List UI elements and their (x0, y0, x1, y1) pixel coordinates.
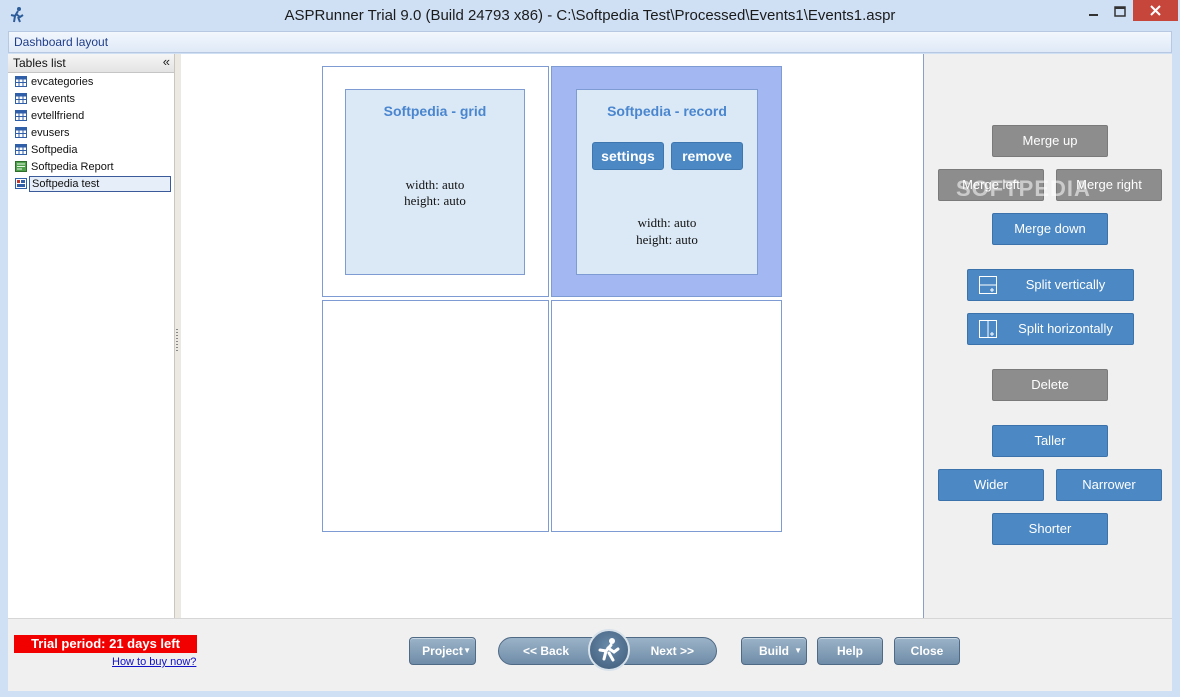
layout-actions-panel: Merge up Merge left Merge right Merge do… (924, 54, 1172, 618)
merge-up-button[interactable]: Merge up (992, 125, 1108, 157)
menu-bar: Dashboard layout (8, 31, 1172, 53)
split-horizontally-icon (979, 320, 997, 338)
record-block-title: Softpedia - record (607, 103, 727, 119)
table-icon (15, 144, 27, 155)
record-block-width: width: auto (637, 215, 697, 230)
title-bar: ASPRunner Trial 9.0 (Build 24793 x86) - … (0, 0, 1180, 31)
running-man-icon (598, 638, 620, 662)
build-button[interactable]: Build ▼ (741, 637, 807, 665)
wider-button[interactable]: Wider (938, 469, 1044, 501)
close-window-icon[interactable] (1133, 0, 1178, 21)
table-item-evevents[interactable]: evevents (8, 91, 174, 108)
record-block[interactable]: Softpedia - record settings remove width… (576, 89, 758, 275)
how-to-buy-link[interactable]: How to buy now? (112, 656, 196, 668)
tables-list-title: Tables list (13, 56, 66, 70)
merge-down-button[interactable]: Merge down (992, 213, 1108, 245)
back-button[interactable]: << Back (523, 644, 569, 658)
next-button[interactable]: Next >> (651, 644, 694, 658)
table-icon (15, 127, 27, 138)
minimize-icon[interactable] (1080, 1, 1107, 23)
table-item-evtellfriend[interactable]: evtellfriend (8, 108, 174, 125)
dashboard-cell-1-2-selected[interactable]: Softpedia - record settings remove width… (551, 66, 782, 297)
table-icon (15, 110, 27, 121)
window-title: ASPRunner Trial 9.0 (Build 24793 x86) - … (284, 7, 896, 24)
table-icon (15, 93, 27, 104)
narrower-button[interactable]: Narrower (1056, 469, 1162, 501)
help-button[interactable]: Help (817, 637, 883, 665)
delete-button[interactable]: Delete (992, 369, 1108, 401)
grid-block-title: Softpedia - grid (383, 103, 487, 119)
settings-button[interactable]: settings (592, 142, 664, 170)
tables-list-header: Tables list « (8, 54, 174, 73)
softpedia-watermark: SOFTPEDIA (956, 176, 1091, 201)
remove-button[interactable]: remove (671, 142, 743, 170)
table-item-softpedia-test[interactable]: Softpedia test (8, 176, 174, 193)
dashboard-canvas: Softpedia - grid width: auto height: aut… (181, 54, 924, 618)
dashboard-icon (15, 178, 27, 189)
table-item-softpedia[interactable]: Softpedia (8, 142, 174, 159)
split-horizontally-button[interactable]: Split horizontally (967, 313, 1134, 345)
tables-list-panel: Tables list « evcategories evevents evte… (8, 54, 175, 618)
maximize-icon[interactable] (1107, 1, 1133, 23)
taller-button[interactable]: Taller (992, 425, 1108, 457)
project-button[interactable]: Project ▼ (409, 637, 476, 665)
app-window: ASPRunner Trial 9.0 (Build 24793 x86) - … (0, 0, 1180, 697)
trial-period-badge: Trial period: 21 days left (14, 635, 197, 653)
runner-icon[interactable] (588, 629, 630, 671)
splitter-grip-icon[interactable] (176, 329, 178, 351)
dashboard-cell-2-1[interactable] (322, 300, 549, 532)
dropdown-arrow-icon: ▼ (794, 646, 802, 655)
table-item-evusers[interactable]: evusers (8, 125, 174, 142)
table-item-evcategories[interactable]: evcategories (8, 74, 174, 91)
dashboard-cell-2-2[interactable] (551, 300, 782, 532)
tables-list: evcategories evevents evtellfriend evuse… (8, 74, 174, 193)
record-block-height: height: auto (636, 232, 698, 247)
split-vertically-icon (979, 276, 997, 294)
grid-block-width: width: auto (405, 177, 465, 192)
dropdown-arrow-icon: ▼ (463, 646, 471, 655)
menu-dashboard-layout[interactable]: Dashboard layout (14, 35, 108, 49)
grid-block-height: height: auto (404, 193, 466, 208)
report-icon (15, 161, 27, 172)
shorter-button[interactable]: Shorter (992, 513, 1108, 545)
dashboard-cell-1-1[interactable]: Softpedia - grid width: auto height: aut… (322, 66, 549, 297)
close-button[interactable]: Close (894, 637, 960, 665)
collapse-panel-icon[interactable]: « (163, 54, 170, 69)
grid-block[interactable]: Softpedia - grid width: auto height: aut… (345, 89, 525, 275)
footer-bar: Trial period: 21 days left How to buy no… (8, 618, 1172, 691)
split-vertically-button[interactable]: Split vertically (967, 269, 1134, 301)
table-item-softpedia-report[interactable]: Softpedia Report (8, 159, 174, 176)
table-icon (15, 76, 27, 87)
